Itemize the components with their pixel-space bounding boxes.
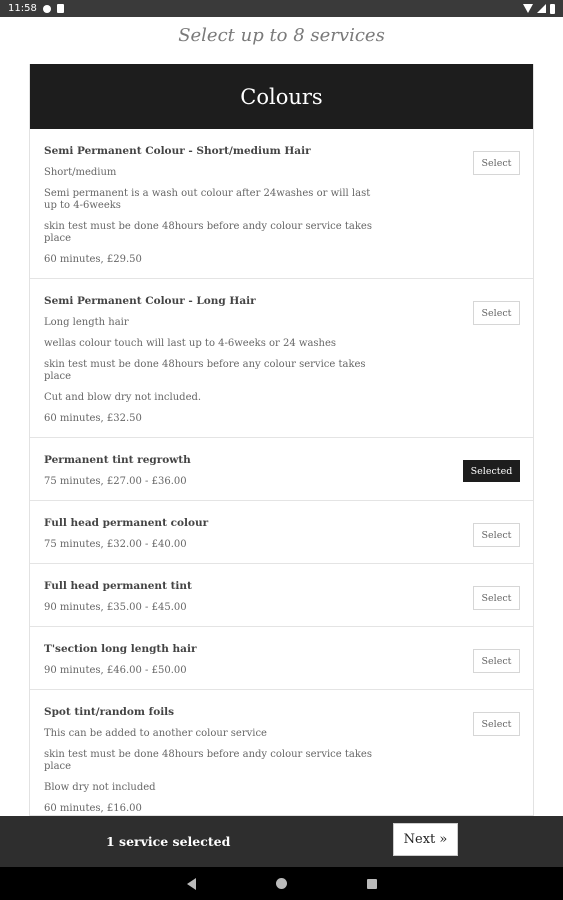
service-description: Long length hair bbox=[44, 317, 129, 328]
status-time: 11:58 bbox=[8, 3, 37, 14]
service-duration-price: 90 minutes, £35.00 - £45.00 bbox=[44, 602, 187, 613]
select-button[interactable]: Select bbox=[473, 586, 520, 610]
recent-apps-icon[interactable] bbox=[366, 878, 377, 889]
service-description: skin test must be done 48hours before an… bbox=[44, 221, 372, 244]
service-description: Cut and blow dry not included. bbox=[44, 392, 202, 403]
service-duration-price: 60 minutes, £32.50 bbox=[44, 413, 142, 424]
next-button[interactable]: Next » bbox=[393, 823, 458, 856]
service-description: wellas colour touch will last up to 4-6w… bbox=[44, 338, 337, 349]
select-button[interactable]: Select bbox=[473, 649, 520, 673]
service-item: Permanent tint regrowth 75 minutes, £27.0… bbox=[30, 438, 533, 501]
bottom-bar: 1 service selected Next » bbox=[0, 816, 563, 867]
service-description: This can be added to another colour serv… bbox=[44, 728, 267, 739]
gear-icon bbox=[42, 4, 51, 13]
selection-count: 1 service selected bbox=[106, 834, 231, 849]
service-duration-price: 75 minutes, £32.00 - £40.00 bbox=[44, 539, 187, 550]
selected-button[interactable]: Selected bbox=[463, 460, 520, 482]
service-description: skin test must be done 48hours before an… bbox=[44, 749, 372, 772]
battery-icon bbox=[550, 3, 555, 14]
service-name: Spot tint/random foils bbox=[44, 706, 175, 718]
service-description: Semi permanent is a wash out colour afte… bbox=[44, 188, 371, 211]
select-button[interactable]: Select bbox=[473, 151, 520, 175]
service-duration-price: 75 minutes, £27.00 - £36.00 bbox=[44, 476, 187, 487]
sd-card-icon bbox=[56, 4, 64, 13]
wifi-icon bbox=[523, 4, 533, 13]
home-icon[interactable] bbox=[275, 878, 287, 889]
select-button[interactable]: Select bbox=[473, 301, 520, 325]
status-bar: 11:58 bbox=[0, 0, 563, 17]
service-item: Semi Permanent Colour - Short/medium Hai… bbox=[30, 129, 533, 279]
category-header: Colours bbox=[30, 64, 533, 129]
service-description: Short/medium bbox=[44, 167, 117, 178]
service-duration-price: 60 minutes, £29.50 bbox=[44, 254, 142, 265]
back-icon[interactable] bbox=[186, 877, 196, 890]
status-right bbox=[523, 3, 555, 14]
service-name: T'section long length hair bbox=[44, 643, 197, 655]
services-card: Colours Semi Permanent Colour - Short/me… bbox=[29, 64, 534, 816]
service-duration-price: 90 minutes, £46.00 - £50.00 bbox=[44, 665, 187, 676]
category-title: Colours bbox=[240, 84, 323, 109]
page-subtitle: Select up to 8 services bbox=[178, 25, 385, 46]
service-item: Semi Permanent Colour - Long Hair Long le… bbox=[30, 279, 533, 438]
service-name: Full head permanent tint bbox=[44, 580, 192, 592]
service-list: Semi Permanent Colour - Short/medium Hai… bbox=[30, 129, 533, 815]
service-item: Full head permanent tint 90 minutes, £35.… bbox=[30, 564, 533, 627]
service-duration-price: 60 minutes, £16.00 bbox=[44, 803, 142, 814]
service-description: Blow dry not included bbox=[44, 782, 156, 793]
select-button[interactable]: Select bbox=[473, 523, 520, 547]
service-description: skin test must be done 48hours before an… bbox=[44, 359, 366, 382]
navigation-bar bbox=[0, 867, 563, 900]
service-name: Permanent tint regrowth bbox=[44, 454, 191, 466]
service-name: Full head permanent colour bbox=[44, 517, 209, 529]
status-left: 11:58 bbox=[8, 3, 64, 14]
signal-icon bbox=[537, 4, 546, 13]
service-name: Semi Permanent Colour - Short/medium Hai… bbox=[44, 145, 311, 157]
service-item: Full head permanent colour 75 minutes, £3… bbox=[30, 501, 533, 564]
select-button[interactable]: Select bbox=[473, 712, 520, 736]
service-item: Spot tint/random foils This can be added … bbox=[30, 690, 533, 815]
service-name: Semi Permanent Colour - Long Hair bbox=[44, 295, 256, 307]
service-item: T'section long length hair 90 minutes, £4… bbox=[30, 627, 533, 690]
